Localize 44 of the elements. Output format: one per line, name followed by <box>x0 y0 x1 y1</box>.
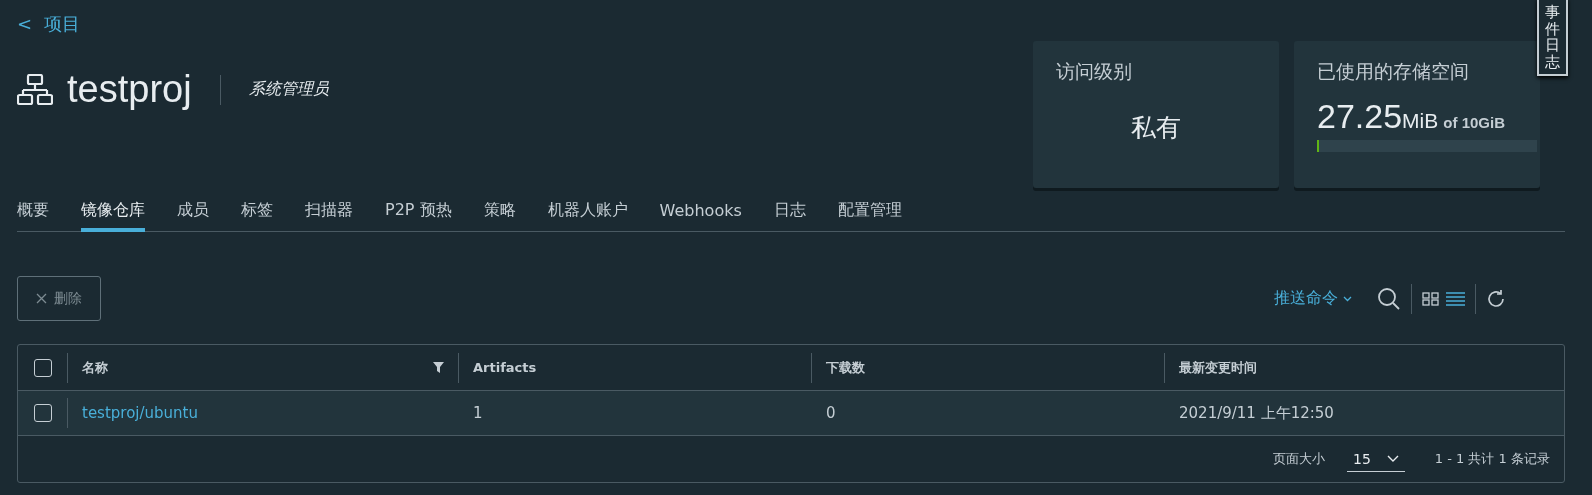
project-name: testproj <box>67 68 192 111</box>
table-cell: 2021/9/11 上午12:50 <box>1179 403 1334 423</box>
role-label: 系统管理员 <box>248 79 329 100</box>
tab[interactable]: 策略 <box>483 192 516 232</box>
tab[interactable]: 标签 <box>241 192 273 232</box>
list-view-icon[interactable] <box>1446 291 1465 306</box>
push-command-dropdown[interactable]: 推送命令 <box>1268 287 1358 310</box>
card-title: 访问级别 <box>1056 59 1133 84</box>
access-level: 私有 <box>1130 112 1182 144</box>
tab[interactable]: 概要 <box>17 192 49 232</box>
row-checkbox[interactable] <box>33 404 52 422</box>
column-header[interactable]: Artifacts <box>473 360 537 375</box>
repository-link[interactable]: testproj/ubuntu <box>82 404 198 422</box>
tab[interactable]: 扫描器 <box>305 192 353 232</box>
back-link[interactable]: < 项目 <box>17 12 329 36</box>
card-title: 已使用的存储空间 <box>1317 59 1470 84</box>
tab[interactable]: 配置管理 <box>837 192 902 232</box>
event-log-tab[interactable]: 事件日志 <box>1537 0 1568 76</box>
filter-icon[interactable] <box>433 362 444 373</box>
table-cell: 0 <box>826 404 836 422</box>
table-cell: 1 <box>473 404 483 422</box>
page-size-select[interactable]: 15 <box>1347 446 1405 472</box>
close-icon <box>36 293 47 304</box>
project-icon <box>17 73 53 106</box>
card-view-icon[interactable] <box>1422 291 1439 306</box>
refresh-icon[interactable] <box>1486 288 1506 309</box>
tab[interactable]: P2P 预热 <box>385 192 452 232</box>
column-header[interactable]: 下载数 <box>826 358 865 377</box>
pagination-summary: 1 - 1 共计 1 条记录 <box>1434 450 1550 468</box>
tab[interactable]: 成员 <box>177 192 209 232</box>
search-icon[interactable] <box>1377 286 1401 311</box>
caret-icon <box>1343 295 1352 302</box>
page-size-label: 页面大小 <box>1273 450 1325 468</box>
storage-limit: of 10GiB <box>1443 114 1506 131</box>
storage-used: 27.25 <box>1317 97 1403 135</box>
tab[interactable]: Webhooks <box>659 192 742 232</box>
column-header[interactable]: 名称 <box>82 358 108 377</box>
tab[interactable]: 机器人账户 <box>547 192 628 232</box>
storage-unit: MiB <box>1402 109 1439 132</box>
column-header[interactable]: 最新变更时间 <box>1179 358 1257 377</box>
tab[interactable]: 日志 <box>773 192 806 232</box>
tab[interactable]: 镜像仓库 <box>81 192 145 232</box>
caret-icon <box>1386 455 1399 462</box>
select-all-checkbox[interactable] <box>33 358 52 377</box>
